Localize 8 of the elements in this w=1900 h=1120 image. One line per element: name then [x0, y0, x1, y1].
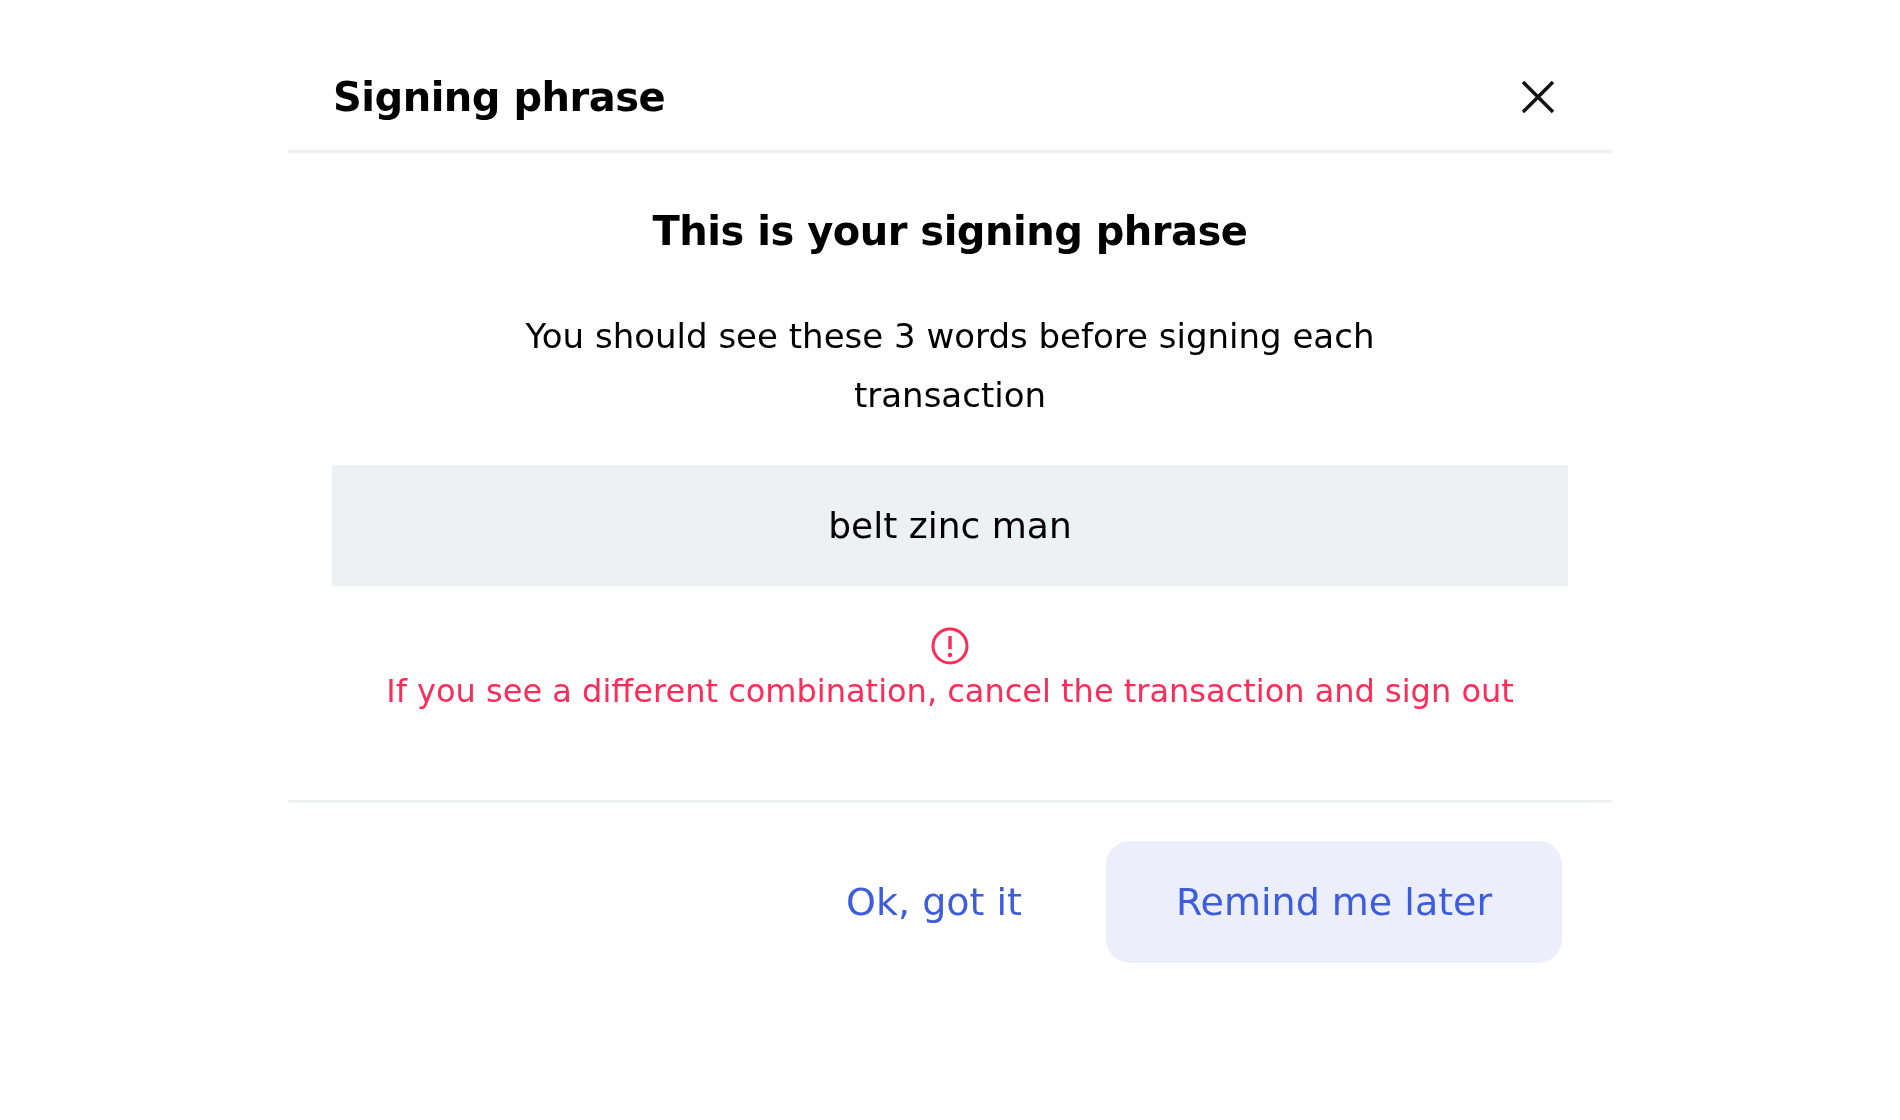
dialog-title: Signing phrase	[333, 74, 666, 120]
warning-icon	[930, 626, 970, 666]
ok-button[interactable]: Ok, got it	[818, 841, 1050, 963]
remind-later-button[interactable]: Remind me later	[1106, 841, 1562, 963]
phrase-box: belt zinc man	[332, 465, 1568, 586]
warning-text: If you see a different combination, cancel the transaction and sign out	[386, 672, 1514, 710]
description-text: You should see these 3 words before signing each transaction	[524, 315, 1376, 417]
dialog-heading: This is your signing phrase	[652, 207, 1248, 256]
